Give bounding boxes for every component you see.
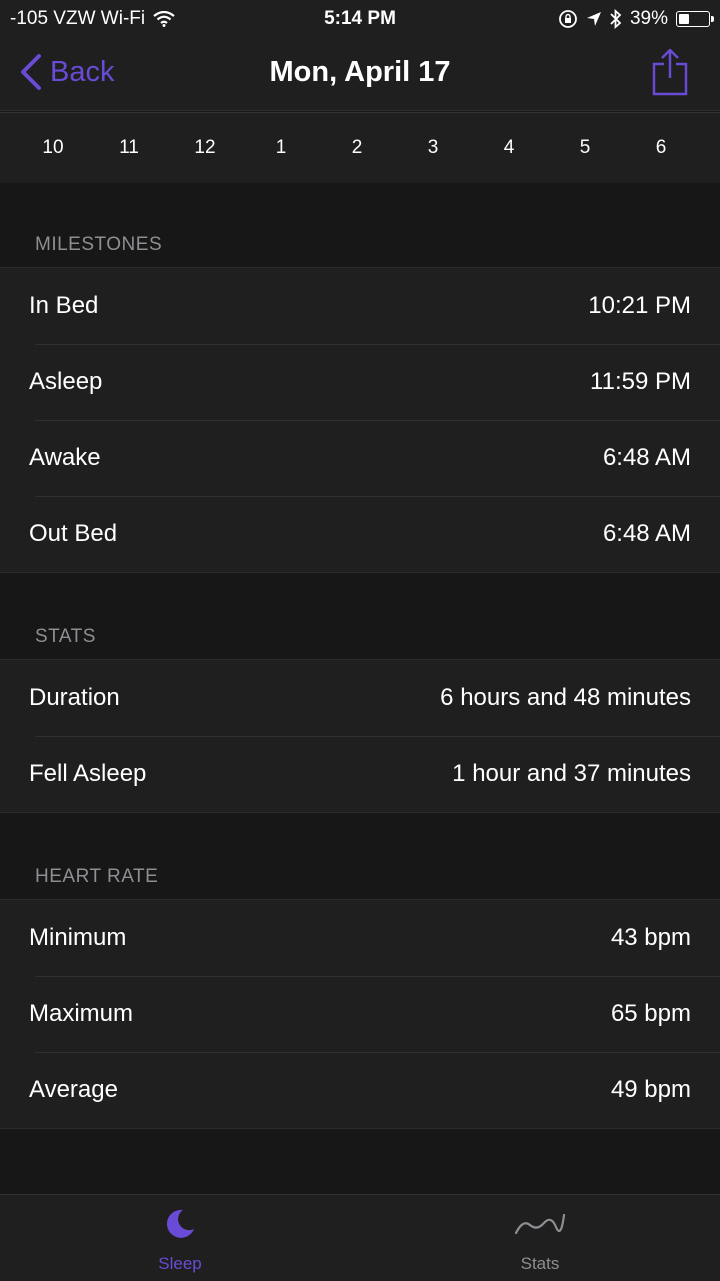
row-value: 11:59 PM — [590, 368, 691, 395]
row-label: Maximum — [29, 1000, 134, 1027]
row-value: 65 bpm — [610, 1000, 691, 1027]
heart-rate-row-minimum: Minimum 43 bpm — [0, 900, 720, 976]
stats-row-fell-asleep: Fell Asleep 1 hour and 37 minutes — [0, 736, 720, 812]
heart-rate-header: HEART RATE — [35, 866, 159, 887]
navigation-bar: Back Mon, April 17 — [0, 36, 720, 111]
status-bar: -105 VZW Wi-Fi 5:14 PM 39% — [0, 0, 720, 36]
heart-rate-group: Minimum 43 bpm Maximum 65 bpm Average 49… — [0, 899, 720, 1129]
battery-icon — [676, 11, 714, 27]
timeline-tick: 3 — [427, 137, 439, 158]
timeline-tick: 5 — [579, 137, 591, 158]
row-label: Out Bed — [29, 520, 118, 547]
stats-header: STATS — [35, 626, 96, 647]
row-value: 49 bpm — [610, 1076, 691, 1103]
battery-percent: 39% — [629, 8, 668, 29]
row-label: In Bed — [29, 292, 99, 319]
milestone-row-awake[interactable]: Awake 6:48 AM — [0, 420, 720, 496]
battery-level — [679, 14, 689, 24]
milestone-row-asleep[interactable]: Asleep 11:59 PM — [0, 344, 720, 420]
tab-stats[interactable]: Stats — [440, 1207, 640, 1274]
row-label: Awake — [29, 444, 101, 471]
row-value: 6:48 AM — [602, 520, 691, 547]
location-arrow-icon — [586, 12, 601, 26]
milestone-row-out-bed[interactable]: Out Bed 6:48 AM — [0, 496, 720, 572]
tab-bar: Sleep Stats — [0, 1194, 720, 1281]
milestones-group: In Bed 10:21 PM Asleep 11:59 PM Awake 6:… — [0, 267, 720, 573]
row-label: Duration — [29, 684, 120, 711]
milestones-header: MILESTONES — [35, 234, 163, 255]
row-value: 6 hours and 48 minutes — [440, 684, 691, 711]
moon-icon — [166, 1209, 194, 1238]
share-icon — [652, 48, 688, 96]
tab-stats-label: Stats — [520, 1254, 560, 1273]
timeline-tick: 4 — [503, 137, 515, 158]
heart-rate-row-maximum: Maximum 65 bpm — [0, 976, 720, 1052]
row-value: 6:48 AM — [602, 444, 691, 471]
row-label: Asleep — [29, 368, 103, 395]
row-value: 10:21 PM — [588, 292, 691, 319]
timeline-tick: 2 — [351, 137, 363, 158]
orientation-lock-icon — [559, 10, 577, 28]
heart-rate-row-average: Average 49 bpm — [0, 1052, 720, 1128]
page-title: Mon, April 17 — [269, 56, 451, 88]
bluetooth-icon — [610, 9, 622, 29]
timeline-axis: 10 11 12 1 2 3 4 5 6 — [0, 112, 720, 183]
trend-line-icon — [514, 1213, 566, 1235]
milestone-row-in-bed[interactable]: In Bed 10:21 PM — [0, 268, 720, 344]
share-button[interactable] — [652, 48, 688, 101]
timeline-tick: 12 — [194, 137, 216, 158]
tab-sleep[interactable]: Sleep — [80, 1207, 280, 1274]
stats-group: Duration 6 hours and 48 minutes Fell Asl… — [0, 659, 720, 813]
row-label: Minimum — [29, 924, 127, 951]
row-value: 1 hour and 37 minutes — [452, 760, 691, 787]
timeline-tick: 1 — [275, 137, 287, 158]
row-label: Fell Asleep — [29, 760, 147, 787]
timeline-tick: 10 — [42, 137, 64, 158]
row-value: 43 bpm — [610, 924, 691, 951]
tab-sleep-label: Sleep — [158, 1254, 202, 1273]
timeline-tick: 11 — [119, 137, 139, 158]
row-label: Average — [29, 1076, 118, 1103]
stats-row-duration: Duration 6 hours and 48 minutes — [0, 660, 720, 736]
timeline-tick: 6 — [655, 137, 667, 158]
